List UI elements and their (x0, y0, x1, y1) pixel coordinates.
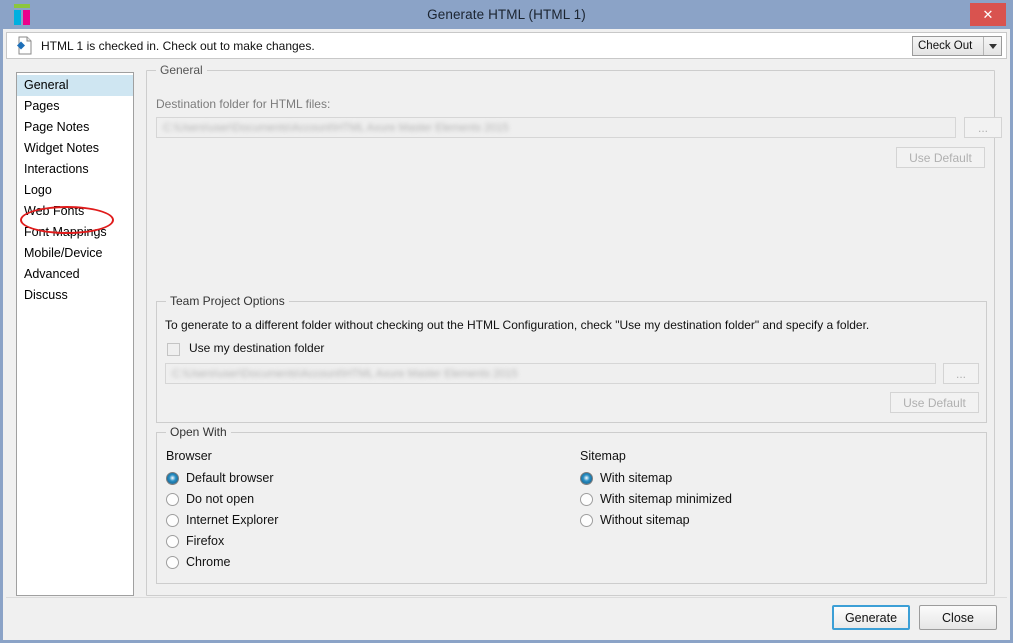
radio-label: With sitemap (600, 471, 673, 485)
destination-use-default-button[interactable]: Use Default (896, 147, 985, 168)
sidebar-item-interactions[interactable]: Interactions (17, 159, 133, 180)
radio-label: Chrome (186, 555, 231, 569)
radio-firefox[interactable]: Firefox (166, 534, 224, 548)
axure-logo-icon (12, 4, 32, 25)
sidebar-item-logo[interactable]: Logo (17, 180, 133, 201)
check-out-dropdown-value: Check Out (918, 40, 973, 52)
sitemap-column-title: Sitemap (580, 449, 626, 463)
open-with-group: Open With Browser Default browser Do not… (156, 425, 987, 584)
sidebar-item-pages[interactable]: Pages (17, 96, 133, 117)
generate-html-dialog: Generate HTML (HTML 1) ✕ HTML 1 is check… (0, 0, 1013, 643)
radio-with-sitemap-minimized[interactable]: With sitemap minimized (580, 492, 732, 506)
radio-label: Without sitemap (600, 513, 690, 527)
radio-default-browser[interactable]: Default browser (166, 471, 274, 485)
destination-folder-label: Destination folder for HTML files: (156, 97, 331, 111)
team-project-description: To generate to a different folder withou… (165, 318, 870, 332)
dialog-footer: Generate Close (6, 597, 1007, 637)
radio-do-not-open[interactable]: Do not open (166, 492, 254, 506)
sidebar-item-page-notes[interactable]: Page Notes (17, 117, 133, 138)
checkin-status-bar: HTML 1 is checked in. Check out to make … (6, 32, 1007, 59)
use-my-destination-folder-label: Use my destination folder (189, 341, 325, 355)
use-my-destination-folder-checkbox[interactable] (167, 343, 180, 356)
sidebar-item-general[interactable]: General (17, 75, 133, 96)
radio-dot-icon (580, 513, 593, 527)
team-project-folder-value: C:\Users\user\Documents\Account\HTML Axu… (172, 368, 518, 380)
close-icon[interactable]: ✕ (970, 3, 1006, 26)
radio-dot-icon (166, 534, 179, 548)
radio-label: Internet Explorer (186, 513, 279, 527)
browser-column-title: Browser (166, 449, 212, 463)
radio-label: Firefox (186, 534, 225, 548)
sidebar-item-mobile-device[interactable]: Mobile/Device (17, 243, 133, 264)
team-project-options-legend: Team Project Options (166, 294, 289, 308)
radio-dot-icon (580, 471, 593, 485)
html-document-icon (16, 36, 33, 55)
radio-with-sitemap[interactable]: With sitemap (580, 471, 672, 485)
open-with-legend: Open With (166, 425, 231, 439)
radio-internet-explorer[interactable]: Internet Explorer (166, 513, 278, 527)
checkin-status-text: HTML 1 is checked in. Check out to make … (41, 38, 315, 53)
sidebar-item-widget-notes[interactable]: Widget Notes (17, 138, 133, 159)
radio-dot-icon (166, 513, 179, 527)
radio-without-sitemap[interactable]: Without sitemap (580, 513, 690, 527)
check-out-dropdown[interactable]: Check Out (912, 36, 1002, 56)
team-project-browse-button[interactable]: ... (943, 363, 979, 384)
window-title: Generate HTML (HTML 1) (427, 7, 586, 22)
destination-folder-input[interactable]: C:\Users\user\Documents\Account\HTML Axu… (156, 117, 956, 138)
general-group: General Destination folder for HTML file… (146, 63, 1002, 596)
radio-dot-icon (166, 555, 179, 569)
chevron-down-icon (983, 37, 1001, 55)
title-bar: Generate HTML (HTML 1) ✕ (3, 0, 1010, 29)
radio-label: Do not open (186, 492, 255, 506)
radio-dot-icon (166, 492, 179, 506)
destination-folder-value: C:\Users\user\Documents\Account\HTML Axu… (163, 122, 509, 134)
radio-chrome[interactable]: Chrome (166, 555, 230, 569)
sidebar-item-discuss[interactable]: Discuss (17, 285, 133, 306)
radio-dot-icon (580, 492, 593, 506)
general-group-legend: General (156, 63, 207, 77)
destination-browse-button[interactable]: ... (964, 117, 1002, 138)
settings-category-list[interactable]: General Pages Page Notes Widget Notes In… (16, 72, 134, 596)
sidebar-item-web-fonts[interactable]: Web Fonts (17, 201, 133, 222)
radio-dot-icon (166, 471, 179, 485)
close-button[interactable]: Close (919, 605, 997, 630)
radio-label: With sitemap minimized (600, 492, 732, 506)
team-project-folder-input[interactable]: C:\Users\user\Documents\Account\HTML Axu… (165, 363, 936, 384)
sidebar-item-advanced[interactable]: Advanced (17, 264, 133, 285)
team-project-use-default-button[interactable]: Use Default (890, 392, 979, 413)
dialog-body: General Pages Page Notes Widget Notes In… (6, 62, 1007, 597)
generate-button[interactable]: Generate (832, 605, 910, 630)
sidebar-item-font-mappings[interactable]: Font Mappings (17, 222, 133, 243)
radio-label: Default browser (186, 471, 274, 485)
team-project-options-group: Team Project Options To generate to a di… (156, 294, 987, 423)
